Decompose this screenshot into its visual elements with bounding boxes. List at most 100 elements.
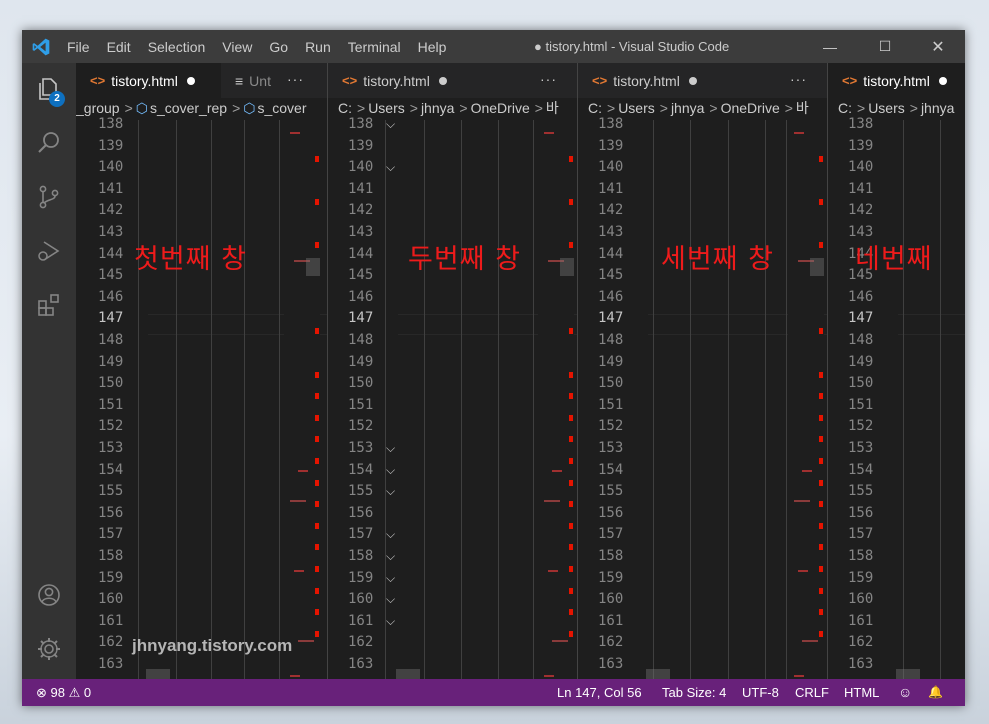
more-actions-button[interactable]: ··· <box>540 63 557 98</box>
fold-chevron-icon[interactable]: ⌵ <box>386 524 395 546</box>
extensions-button[interactable] <box>22 281 76 329</box>
menu-go[interactable]: Go <box>269 39 288 55</box>
fold-chevron-icon[interactable]: ⌵ <box>386 438 395 460</box>
unsaved-dot-icon[interactable] <box>438 76 447 85</box>
fold-chevron-icon[interactable]: ⌵ <box>386 481 395 503</box>
minimap[interactable] <box>284 120 320 679</box>
line-number: 143 <box>348 224 374 240</box>
breadcrumb-item[interactable]: 바 <box>546 100 559 116</box>
breadcrumb-item[interactable]: s_cover <box>257 100 306 116</box>
tab-tistory-html[interactable]: <> tistory.html <box>328 63 508 98</box>
horizontal-scrollbar-thumb[interactable] <box>396 669 420 679</box>
code-area[interactable]: 138 139 140 141 142 143 144 145 146 147 148 149 150 1… <box>828 116 965 679</box>
breadcrumb-item[interactable]: OneDrive <box>471 100 530 116</box>
manage-button[interactable] <box>22 625 76 673</box>
scrollbar-error-marker <box>315 393 319 400</box>
breadcrumb-item[interactable]: s_cover_rep <box>150 100 227 116</box>
vscode-logo-icon[interactable] <box>31 37 51 57</box>
scrollbar-error-marker <box>569 609 573 616</box>
source-control-button[interactable] <box>22 173 76 221</box>
minimap[interactable] <box>788 120 824 679</box>
more-actions-button[interactable]: ··· <box>790 63 807 98</box>
run-debug-button[interactable] <box>22 227 76 275</box>
fold-chevron-icon[interactable]: ⌵ <box>386 157 395 179</box>
horizontal-scrollbar-thumb[interactable] <box>646 669 670 679</box>
fold-chevron-icon[interactable]: ⌵ <box>386 568 395 590</box>
code-area[interactable]: 138 ⌵ 139 140 ⌵ 141 142 143 144 145 146 147 148 149 15… <box>328 116 577 679</box>
language-mode[interactable]: HTML <box>844 679 879 706</box>
line-number: 159 <box>348 569 374 586</box>
scrollbar-error-marker <box>569 479 573 486</box>
breadcrumb-item[interactable]: jhnya <box>671 100 704 116</box>
search-button[interactable] <box>22 119 76 167</box>
end-of-line[interactable]: CRLF <box>795 679 829 706</box>
breadcrumb-item[interactable]: Users <box>868 100 905 116</box>
code-area[interactable]: 138 139 140 141 142 143 144 145 146 147 148 149 150 1… <box>76 116 327 679</box>
scrollbar-error-marker <box>569 242 573 248</box>
menu-help[interactable]: Help <box>418 39 447 55</box>
scrollbar-slider[interactable] <box>306 258 320 276</box>
menu-file[interactable]: File <box>67 39 90 55</box>
line-number: 145 <box>98 267 124 284</box>
menu-run[interactable]: Run <box>305 39 331 55</box>
line-number: 154 <box>848 461 874 478</box>
unsaved-dot-icon[interactable] <box>688 76 697 85</box>
encoding[interactable]: UTF-8 <box>742 679 779 706</box>
fold-chevron-icon[interactable]: ⌵ <box>386 460 395 482</box>
line-number: 154 <box>98 461 124 478</box>
breadcrumb-item[interactable]: Users <box>618 100 655 116</box>
unsaved-dot-icon[interactable] <box>186 76 195 85</box>
tab-tistory-html[interactable]: <> tistory.html <box>76 63 221 98</box>
breadcrumb-item[interactable]: jhnya <box>421 100 454 116</box>
breadcrumb-item[interactable]: 바 <box>796 100 809 116</box>
explorer-button[interactable]: 2 <box>22 65 76 113</box>
indent-guide <box>765 120 766 679</box>
code-area[interactable]: 138 139 140 141 142 143 144 145 146 147 148 149 150 1… <box>578 116 827 679</box>
scrollbar-error-marker <box>569 458 573 464</box>
menu-selection[interactable]: Selection <box>148 39 206 55</box>
fold-chevron-icon[interactable]: ⌵ <box>386 589 395 611</box>
tab-tistory-html[interactable]: <> tistory.html <box>828 63 965 98</box>
minimap-line <box>798 570 808 572</box>
notifications-bell-icon[interactable]: 🔔 <box>928 679 943 706</box>
menu-terminal[interactable]: Terminal <box>348 39 401 55</box>
breadcrumb-item[interactable]: jhnya <box>921 100 954 116</box>
minimize-button[interactable]: — <box>807 30 853 63</box>
scrollbar-error-marker <box>315 587 319 594</box>
tab-size[interactable]: Tab Size: 4 <box>662 679 726 706</box>
tab-untitled[interactable]: ≡ Unt <box>221 63 284 98</box>
line-number: 163 <box>348 656 374 672</box>
problems-indicator[interactable]: ⊗ 98 ⚠ 0 <box>36 679 91 706</box>
scrollbar-slider[interactable] <box>810 258 824 276</box>
minimap-line <box>802 640 818 642</box>
fold-chevron-icon[interactable]: ⌵ <box>386 114 395 136</box>
minimap[interactable] <box>538 120 574 679</box>
unsaved-dot-icon[interactable] <box>938 76 947 85</box>
cursor-position[interactable]: Ln 147, Col 56 <box>557 679 642 706</box>
scrollbar-error-marker <box>819 414 823 421</box>
feedback-icon[interactable]: ☺ <box>898 679 912 706</box>
vscode-window: File Edit Selection View Go Run Terminal… <box>22 30 965 706</box>
more-actions-button[interactable]: ··· <box>287 63 304 98</box>
indent-guide <box>461 120 462 679</box>
horizontal-scrollbar-thumb[interactable] <box>896 669 920 679</box>
line-number: 139 <box>598 137 624 154</box>
minimap-line <box>548 570 558 572</box>
line-number: 160 <box>848 591 874 608</box>
tab-tistory-html[interactable]: <> tistory.html <box>578 63 758 98</box>
maximize-button[interactable]: ☐ <box>862 30 908 63</box>
line-number: 148 <box>848 332 874 348</box>
overlay-label-4: 네번째 <box>855 244 933 275</box>
horizontal-scrollbar-thumb[interactable] <box>146 669 170 679</box>
fold-chevron-icon[interactable]: ⌵ <box>386 611 395 633</box>
scrollbar-slider[interactable] <box>560 258 574 276</box>
line-number: 152 <box>98 418 124 435</box>
breadcrumb-item[interactable]: OneDrive <box>721 100 780 116</box>
fold-chevron-icon[interactable]: ⌵ <box>386 546 395 568</box>
accounts-button[interactable] <box>22 571 76 619</box>
menu-edit[interactable]: Edit <box>107 39 131 55</box>
minimap-line <box>290 675 300 677</box>
indent-guide <box>244 120 245 679</box>
menu-view[interactable]: View <box>222 39 252 55</box>
close-button[interactable]: ✕ <box>915 30 961 63</box>
